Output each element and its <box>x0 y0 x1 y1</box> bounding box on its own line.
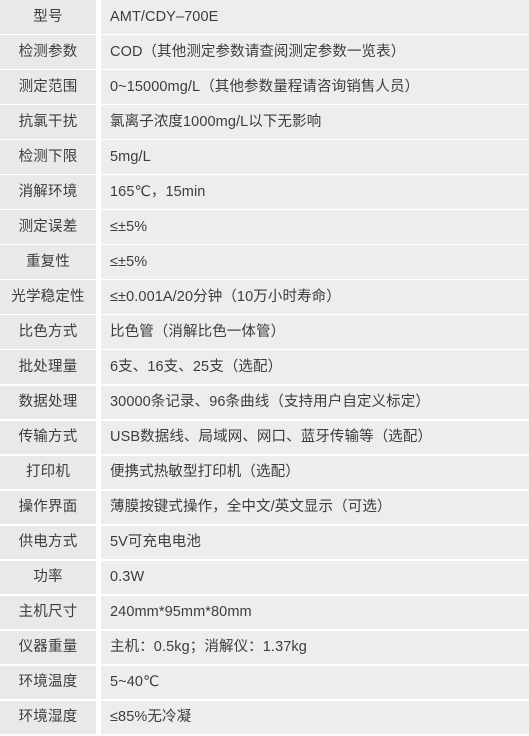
spec-label-cell: 数据处理 <box>0 385 96 420</box>
spec-value-cell: 5V可充电电池 <box>101 525 529 560</box>
spec-label-cell: 批处理量 <box>0 350 96 385</box>
spec-row: 环境湿度 ≤85%无冷凝 <box>0 700 529 736</box>
spec-label-cell: 功率 <box>0 560 96 595</box>
product-specification-table: 型号 AMT/CDY–700E 检测参数 COD（其他测定参数请查阅测定参数一览表）测… <box>0 0 529 736</box>
spec-value-cell: 165℃，15min <box>101 175 529 209</box>
spec-row: 操作界面 薄膜按键式操作，全中文/英文显示（可选） <box>0 490 529 526</box>
spec-row: 功率 0.3W <box>0 560 529 596</box>
spec-label-cell: 比色方式 <box>0 315 96 349</box>
spec-row: 重复性 ≤±5% <box>0 245 529 281</box>
spec-label-cell: 型号 <box>0 0 96 34</box>
spec-value-cell: COD（其他测定参数请查阅测定参数一览表） <box>101 35 529 69</box>
spec-label-cell: 传输方式 <box>0 420 96 455</box>
spec-value-cell: 5mg/L <box>101 140 529 174</box>
spec-row: 光学稳定性 ≤±0.001A/20分钟（10万小时寿命） <box>0 280 529 316</box>
spec-value-cell: 240mm*95mm*80mm <box>101 595 529 630</box>
spec-value-cell: 6支、16支、25支（选配） <box>101 350 529 385</box>
spec-label-cell: 供电方式 <box>0 525 96 560</box>
spec-row: 消解环境 165℃，15min <box>0 175 529 211</box>
spec-row: 数据处理 30000条记录、96条曲线（支持用户自定义标定） <box>0 385 529 421</box>
spec-label-cell: 测定范围 <box>0 70 96 104</box>
spec-label-cell: 操作界面 <box>0 490 96 525</box>
spec-label-cell: 抗氯干扰 <box>0 105 96 139</box>
spec-row: 主机尺寸 240mm*95mm*80mm <box>0 595 529 631</box>
spec-value-cell: ≤85%无冷凝 <box>101 700 529 735</box>
spec-row: 检测下限 5mg/L <box>0 140 529 176</box>
spec-row: 批处理量 6支、16支、25支（选配） <box>0 350 529 386</box>
spec-value-cell: 0~15000mg/L（其他参数量程请咨询销售人员） <box>101 70 529 104</box>
spec-value-cell: AMT/CDY–700E <box>101 0 529 34</box>
spec-value-cell: 5~40℃ <box>101 665 529 700</box>
spec-value-cell: ≤±5% <box>101 245 529 279</box>
spec-value-cell: 30000条记录、96条曲线（支持用户自定义标定） <box>101 385 529 420</box>
spec-row: 仪器重量 主机：0.5kg；消解仪：1.37kg <box>0 630 529 666</box>
spec-label-cell: 主机尺寸 <box>0 595 96 630</box>
spec-label-cell: 环境湿度 <box>0 700 96 735</box>
spec-row: 抗氯干扰 氯离子浓度1000mg/L以下无影响 <box>0 105 529 141</box>
spec-row: 供电方式 5V可充电电池 <box>0 525 529 561</box>
spec-value-cell: 0.3W <box>101 560 529 595</box>
spec-value-cell: USB数据线、局域网、网口、蓝牙传输等（选配） <box>101 420 529 455</box>
spec-row: 测定范围 0~15000mg/L（其他参数量程请咨询销售人员） <box>0 70 529 106</box>
spec-row: 打印机 便携式热敏型打印机（选配） <box>0 455 529 491</box>
spec-row: 传输方式 USB数据线、局域网、网口、蓝牙传输等（选配） <box>0 420 529 456</box>
spec-value-cell: 主机：0.5kg；消解仪：1.37kg <box>101 630 529 665</box>
spec-label-cell: 环境温度 <box>0 665 96 700</box>
spec-label-cell: 检测参数 <box>0 35 96 69</box>
spec-row: 比色方式 比色管（消解比色一体管） <box>0 315 529 351</box>
spec-value-cell: 比色管（消解比色一体管） <box>101 315 529 349</box>
spec-label-cell: 检测下限 <box>0 140 96 174</box>
spec-label-cell: 测定误差 <box>0 210 96 244</box>
spec-label-cell: 仪器重量 <box>0 630 96 665</box>
spec-value-cell: ≤±0.001A/20分钟（10万小时寿命） <box>101 280 529 314</box>
spec-label-cell: 消解环境 <box>0 175 96 209</box>
spec-row: 检测参数 COD（其他测定参数请查阅测定参数一览表） <box>0 35 529 71</box>
spec-label-cell: 光学稳定性 <box>0 280 96 314</box>
spec-row: 环境温度 5~40℃ <box>0 665 529 701</box>
spec-label-cell: 重复性 <box>0 245 96 279</box>
spec-value-cell: ≤±5% <box>101 210 529 244</box>
spec-row: 测定误差 ≤±5% <box>0 210 529 246</box>
spec-value-cell: 薄膜按键式操作，全中文/英文显示（可选） <box>101 490 529 525</box>
spec-value-cell: 便携式热敏型打印机（选配） <box>101 455 529 490</box>
spec-row: 型号 AMT/CDY–700E <box>0 0 529 36</box>
spec-label-cell: 打印机 <box>0 455 96 490</box>
spec-value-cell: 氯离子浓度1000mg/L以下无影响 <box>101 105 529 139</box>
